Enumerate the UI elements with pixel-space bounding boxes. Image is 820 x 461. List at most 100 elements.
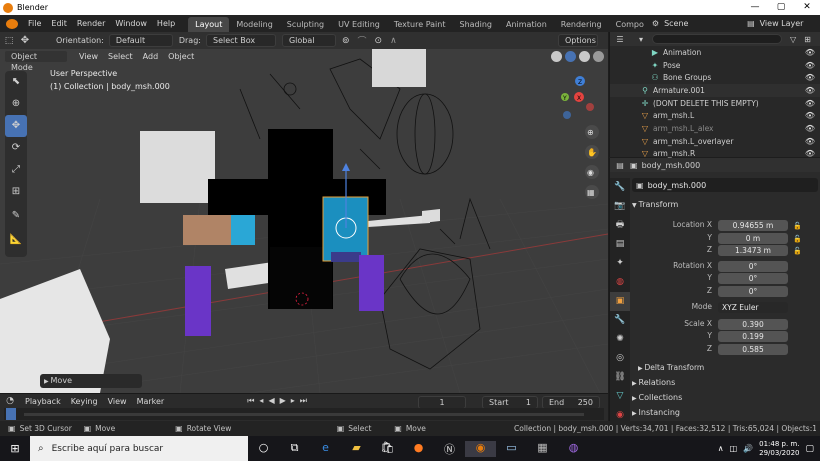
outliner-item[interactable]: ✛ (DONT DELETE THIS EMPTY) 👁 (610, 97, 820, 110)
firefox-icon[interactable]: ● (403, 441, 434, 457)
visibility-eye-icon[interactable]: 👁 (805, 99, 815, 108)
tool-tab-icon[interactable]: 🔧 (610, 178, 630, 197)
timeline-menu-playback[interactable]: Playback (20, 393, 66, 410)
timeline-ruler[interactable] (4, 408, 604, 420)
tab-sculpting[interactable]: Sculpting (280, 17, 331, 32)
menu-file[interactable]: File (23, 15, 46, 32)
timeline-menu-keying[interactable]: Keying (66, 393, 103, 410)
visibility-eye-icon[interactable]: 👁 (805, 111, 815, 120)
snap-icon[interactable]: ⌒ (358, 34, 367, 47)
transform-section-header[interactable]: ▼ Transform (632, 200, 678, 209)
wireframe-shading-icon[interactable] (551, 50, 562, 62)
view-layer-selector[interactable]: View Layer (755, 15, 809, 32)
select-tool-icon[interactable]: ⬉ (5, 71, 27, 93)
tab-shading[interactable]: Shading (452, 17, 499, 32)
outliner-editor-icon[interactable]: ☰ (610, 35, 630, 44)
particles-tab-icon[interactable]: ✺ (610, 330, 630, 349)
visibility-eye-icon[interactable]: 👁 (805, 137, 815, 146)
outliner-item[interactable]: ⚲ Armature.001 👁 (610, 84, 820, 97)
tray-chevron-icon[interactable]: ∧ (718, 444, 724, 453)
jump-end-icon[interactable]: ⏭ (300, 396, 312, 405)
jump-start-icon[interactable]: ⏮ (247, 396, 259, 405)
minimize-button[interactable]: — (742, 0, 768, 15)
blender-menu-icon[interactable] (6, 18, 18, 29)
visibility-eye-icon[interactable]: 👁 (805, 124, 815, 133)
location-x-field[interactable]: 0.94655 m (718, 220, 788, 231)
tab-rendering[interactable]: Rendering (554, 17, 609, 32)
rotation-y-field[interactable]: 0° (718, 273, 788, 284)
object-name-field[interactable]: ▣ body_msh.000 (632, 178, 818, 192)
outliner-item[interactable]: ▽ arm_msh.L 👁 (610, 109, 820, 122)
cursor-tool-icon[interactable]: ⊕ (5, 93, 27, 115)
modifiers-tab-icon[interactable]: 🔧 (610, 311, 630, 330)
viewport-menu-object[interactable]: Object (163, 48, 199, 65)
transform-gizmo-icon[interactable]: ✥ (18, 35, 32, 46)
3d-viewport[interactable]: X Y Z ⊕ ✋ ◉ ▦ ⬉ ⊕ ✥ ⟳ ⤢ ⊞ ✎ 📐 User Persp… (0, 49, 608, 393)
tab-uv-editing[interactable]: UV Editing (331, 17, 387, 32)
falloff-icon[interactable]: ∧ (390, 36, 397, 46)
rotation-z-field[interactable]: 0° (718, 286, 788, 297)
timeline-editor-icon[interactable]: ◔ (0, 396, 20, 406)
viewport-menu-add[interactable]: Add (138, 48, 164, 65)
view-layer-icon[interactable]: ▤ (747, 19, 755, 28)
drag-dropdown[interactable]: Select Box (205, 34, 276, 47)
volume-icon[interactable]: 🔊 (743, 444, 753, 453)
timeline-menu-view[interactable]: View (103, 393, 132, 410)
relations-section[interactable]: ▶ Relations (632, 378, 675, 387)
measure-tool-icon[interactable]: 📐 (5, 229, 27, 251)
menu-help[interactable]: Help (152, 15, 180, 32)
notifications-icon[interactable]: ▢ (805, 444, 814, 454)
playhead[interactable] (6, 408, 16, 420)
zoom-icon[interactable]: ⊕ (587, 128, 594, 137)
scene-selector[interactable]: Scene (659, 15, 747, 32)
tab-compositing[interactable]: Compo (609, 17, 646, 32)
visibility-eye-icon[interactable]: 👁 (805, 86, 815, 95)
scale-y-field[interactable]: 0.199 (718, 331, 788, 342)
delta-transform-section[interactable]: ▶ Delta Transform (638, 363, 704, 372)
scale-tool-icon[interactable]: ⤢ (5, 159, 27, 181)
scale-z-field[interactable]: 0.585 (718, 344, 788, 355)
rendered-shading-icon[interactable] (593, 50, 604, 62)
scene-icon[interactable]: ⚙ (652, 19, 659, 28)
transform-tool-icon[interactable]: ⊞ (5, 181, 27, 203)
outliner-item[interactable]: ▽ arm_msh.L_alex 👁 (610, 122, 820, 135)
instancing-section[interactable]: ▶ Instancing (632, 408, 680, 417)
physics-tab-icon[interactable]: ◎ (610, 349, 630, 368)
last-operator-panel[interactable]: ▶ Move (40, 374, 142, 388)
store-icon[interactable]: 🛍 (372, 441, 403, 457)
mode-dropdown[interactable]: Object Mode (4, 49, 68, 72)
close-button[interactable]: ✕ (794, 0, 820, 15)
pivot-icon[interactable]: ⊚ (342, 36, 350, 46)
editor-type-icon[interactable]: ⬚ (0, 36, 18, 46)
outliner-search-input[interactable] (652, 34, 782, 44)
view-layer-tab-icon[interactable]: ▤ (610, 235, 630, 254)
cortana-icon[interactable]: ○ (248, 441, 279, 457)
lock-icon[interactable]: 🔓 (793, 245, 802, 258)
menu-edit[interactable]: Edit (46, 15, 72, 32)
outliner-item[interactable]: ▽ arm_msh.L_overlayer 👁 (610, 135, 820, 148)
viewport-menu-view[interactable]: View (74, 48, 103, 65)
image-viewer-icon[interactable]: ▭ (496, 441, 527, 457)
blender-taskbar-icon[interactable]: ◉ (465, 440, 496, 457)
tab-texture-paint[interactable]: Texture Paint (387, 17, 453, 32)
render-tab-icon[interactable]: 📷 (610, 197, 630, 216)
world-tab-icon[interactable]: ◍ (610, 273, 630, 292)
visibility-eye-icon[interactable]: 👁 (805, 61, 815, 70)
move-tool-icon[interactable]: ✥ (5, 115, 27, 137)
visibility-eye-icon[interactable]: 👁 (805, 48, 815, 57)
proportional-edit-icon[interactable]: ⊙ (375, 36, 383, 46)
media-app-icon[interactable]: ◍ (558, 441, 589, 457)
viewport-menu-select[interactable]: Select (103, 48, 138, 65)
new-collection-icon[interactable]: ⊞ (804, 35, 811, 44)
clock[interactable]: 01:48 p. m. 29/03/2020 (759, 440, 799, 458)
outliner-item[interactable]: ⚇ Bone Groups 👁 (610, 71, 820, 84)
maximize-button[interactable]: ▢ (768, 0, 794, 15)
tab-layout[interactable]: Layout (188, 17, 230, 32)
solid-shading-icon[interactable] (565, 50, 576, 62)
object-tab-icon[interactable]: ▣ (610, 292, 630, 311)
lock-icon[interactable]: 🔓 (793, 220, 802, 233)
tab-modeling[interactable]: Modeling (229, 17, 279, 32)
constraints-tab-icon[interactable]: ⛓ (610, 368, 630, 387)
rotate-tool-icon[interactable]: ⟳ (5, 137, 27, 159)
visibility-eye-icon[interactable]: 👁 (805, 149, 815, 158)
